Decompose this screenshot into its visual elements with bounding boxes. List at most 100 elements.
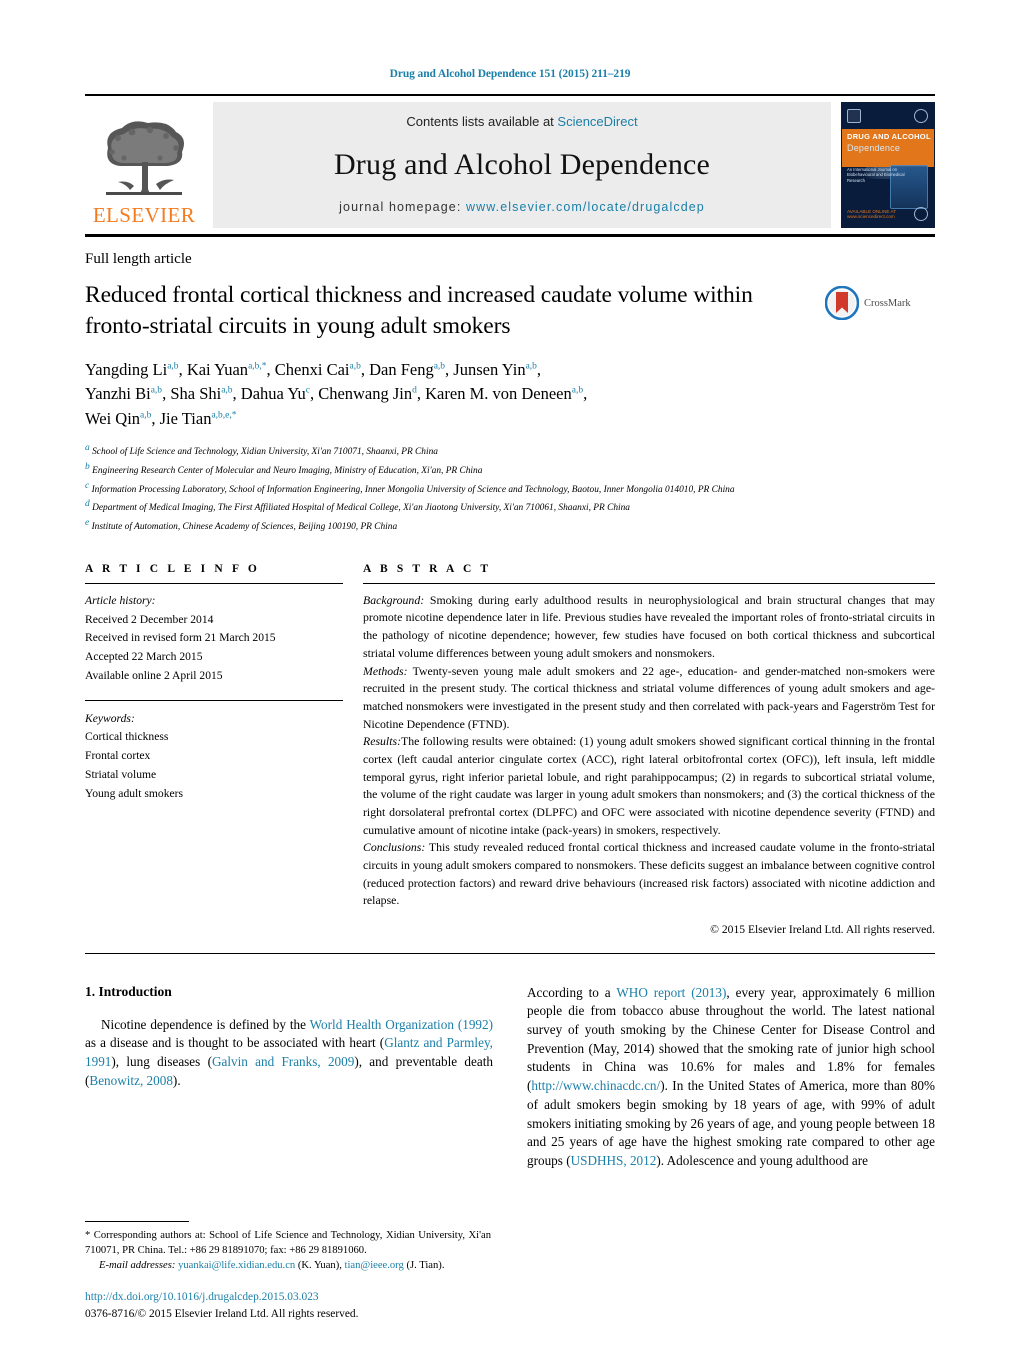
- history-item: Received 2 December 2014: [85, 612, 214, 626]
- cover-badge-icon: [914, 109, 928, 123]
- author-list: Yangding Lia,b, Kai Yuana,b,*, Chenxi Ca…: [85, 358, 935, 431]
- keyword-item: Young adult smokers: [85, 786, 184, 800]
- article-info-rule: [85, 582, 343, 584]
- abstract-copyright: © 2015 Elsevier Ireland Ltd. All rights …: [710, 923, 935, 937]
- keyword-item: Cortical thickness: [85, 730, 169, 744]
- doi-link[interactable]: http://dx.doi.org/10.1016/j.drugalcdep.2…: [85, 1289, 358, 1306]
- running-head: Drug and Alcohol Dependence 151 (2015) 2…: [389, 68, 631, 80]
- sciencedirect-link[interactable]: ScienceDirect: [557, 114, 637, 129]
- page-title: Reduced frontal cortical thickness and i…: [85, 282, 753, 340]
- body-text: ), lung diseases (: [111, 1054, 212, 1069]
- keyword-item: Frontal cortex: [85, 749, 151, 763]
- citation-link[interactable]: World Health Organization (1992): [310, 1017, 493, 1032]
- article-history-label: Article history:: [85, 593, 156, 607]
- citation-link[interactable]: WHO report (2013): [616, 985, 726, 1000]
- contents-list-line: Contents lists available at ScienceDirec…: [406, 114, 637, 129]
- abstract-paragraph-results: Results:The following results were obtai…: [363, 733, 935, 839]
- abstract-methods-text: Twenty-seven young male adult smokers an…: [363, 663, 935, 731]
- corresponding-author-text: * Corresponding authors at: School of Li…: [85, 1229, 491, 1256]
- body-text: Nicotine dependence is defined by the: [101, 1016, 310, 1032]
- body-columns: 1. Introduction Nicotine dependence is d…: [85, 984, 935, 1171]
- cover-elsevier-mark-icon: [847, 109, 861, 123]
- crossmark-badge[interactable]: CrossMark: [824, 280, 935, 321]
- doi-block: http://dx.doi.org/10.1016/j.drugalcdep.2…: [85, 1289, 358, 1323]
- journal-homepage-line: journal homepage: www.elsevier.com/locat…: [339, 200, 705, 214]
- abstract-heading: A B S T R A C T: [363, 562, 492, 575]
- body-text: , every year, approximately 6 million pe…: [527, 984, 935, 1094]
- abstract-conclusions-label: Conclusions:: [363, 840, 426, 855]
- cover-title-line1: DRUG AND ALCOHOL: [847, 132, 931, 141]
- article-info-heading: A R T I C L E I N F O: [85, 562, 260, 575]
- introduction-paragraph-right: According to a WHO report (2013), every …: [527, 984, 935, 1171]
- homepage-url-link[interactable]: www.elsevier.com/locate/drugalcdep: [466, 200, 705, 214]
- citation-link[interactable]: Benowitz, 2008: [89, 1073, 173, 1088]
- email-addresses-label: E-mail addresses:: [99, 1259, 176, 1271]
- abstract-rule: [363, 582, 935, 584]
- article-type-label: Full length article: [85, 251, 192, 267]
- body-text: According to a: [527, 984, 617, 1000]
- affiliation-text: Information Processing Laboratory, Schoo…: [91, 484, 735, 495]
- masthead-center-band: Contents lists available at ScienceDirec…: [213, 102, 831, 228]
- issn-copyright-line: 0376-8716/© 2015 Elsevier Ireland Ltd. A…: [85, 1307, 359, 1320]
- email-link-tian[interactable]: tian@ieee.org: [345, 1260, 404, 1271]
- keywords-label: Keywords:: [85, 711, 135, 725]
- contents-prefix: Contents lists available at: [406, 114, 558, 129]
- abstract-paragraph-methods: Methods: Twenty-seven young male adult s…: [363, 663, 935, 734]
- affiliation-item: d Department of Medical Imaging, The Fir…: [85, 499, 630, 514]
- abstract-bottom-rule: [85, 952, 935, 954]
- body-right-column: According to a WHO report (2013), every …: [527, 984, 935, 1171]
- introduction-paragraph-left: Nicotine dependence is defined by the Wo…: [85, 1016, 493, 1091]
- affiliation-item: c Information Processing Laboratory, Sch…: [85, 480, 735, 495]
- keywords-block: Keywords: Cortical thickness Frontal cor…: [85, 699, 343, 804]
- affiliation-item: a School of Life Science and Technology,…: [85, 443, 438, 458]
- cover-footer-text: AVAILABLE ONLINE AT www.sciencedirect.co…: [847, 208, 896, 220]
- paper-page: Drug and Alcohol Dependence 151 (2015) 2…: [0, 0, 1020, 1351]
- corresponding-author-note: * Corresponding authors at: School of Li…: [85, 1229, 491, 1271]
- footnote-rule: [85, 1220, 189, 1222]
- email-owner-yuan: (K. Yuan): [297, 1259, 340, 1271]
- affiliation-text: School of Life Science and Technology, X…: [92, 447, 438, 458]
- cover-caption: An International Journal on Biobehaviour…: [847, 166, 905, 183]
- abstract-results-label: Results:: [363, 734, 402, 749]
- affiliation-text: Department of Medical Imaging, The First…: [92, 503, 630, 514]
- affiliation-text: Engineering Research Center of Molecular…: [92, 466, 483, 477]
- abstract-background-label: Background:: [363, 592, 425, 607]
- citation-link[interactable]: USDHHS, 2012: [571, 1153, 657, 1168]
- affiliation-text: Institute of Automation, Chinese Academy…: [91, 522, 398, 533]
- email-link-yuan[interactable]: yuankai@life.xidian.edu.cn: [178, 1260, 295, 1271]
- email-owner-tian: (J. Tian): [406, 1259, 442, 1271]
- crossmark-label: CrossMark: [864, 297, 911, 309]
- affiliation-item: e Institute of Automation, Chinese Acade…: [85, 518, 398, 533]
- body-text: as a disease and is thought to be associ…: [85, 1035, 385, 1051]
- affiliation-list: a School of Life Science and Technology,…: [85, 441, 935, 535]
- abstract-column: A B S T R A C T Background: Smoking duri…: [363, 563, 935, 939]
- elsevier-logo: ELSEVIER: [85, 102, 203, 228]
- crossmark-icon: [824, 285, 860, 321]
- citation-link[interactable]: Galvin and Franks, 2009: [212, 1054, 354, 1069]
- abstract-paragraph-background: Background: Smoking during early adultho…: [363, 592, 935, 663]
- affiliation-item: b Engineering Research Center of Molecul…: [85, 461, 483, 477]
- article-info-column: A R T I C L E I N F O Article history: R…: [85, 563, 363, 939]
- abstract-results-text: The following results were obtained: (1)…: [363, 734, 935, 837]
- history-item: Accepted 22 March 2015: [85, 650, 203, 664]
- history-item: Received in revised form 21 March 2015: [85, 631, 276, 645]
- homepage-label: journal homepage:: [339, 200, 462, 214]
- author-line-2: Yanzhi Bia,b, Sha Shia,b, Dahua Yuc, Che…: [85, 384, 588, 404]
- elsevier-tree-icon: [106, 121, 184, 195]
- article-history-block: Article history: Received 2 December 201…: [85, 592, 343, 686]
- keyword-item: Striatal volume: [85, 768, 157, 782]
- author-line-1: Yangding Lia,b, Kai Yuana,b,*, Chenxi Ca…: [85, 360, 542, 380]
- masthead: ELSEVIER Contents lists available at Sci…: [85, 94, 935, 228]
- abstract-background-text: Smoking during early adulthood results i…: [363, 592, 935, 660]
- elsevier-wordmark: ELSEVIER: [92, 203, 196, 227]
- history-item: Available online 2 April 2015: [85, 668, 223, 682]
- cover-title-line2: Dependence: [847, 143, 901, 153]
- citation-link[interactable]: http://www.chinacdc.cn/: [531, 1078, 660, 1093]
- journal-title: Drug and Alcohol Dependence: [333, 147, 711, 181]
- footnote-area: * Corresponding authors at: School of Li…: [85, 1220, 491, 1273]
- body-left-column: 1. Introduction Nicotine dependence is d…: [85, 984, 493, 1171]
- section-heading-introduction: 1. Introduction: [85, 983, 172, 999]
- masthead-bottom-rule: [85, 234, 935, 237]
- abstract-paragraph-conclusions: Conclusions: This study revealed reduced…: [363, 839, 935, 910]
- abstract-body: Background: Smoking during early adultho…: [363, 592, 935, 939]
